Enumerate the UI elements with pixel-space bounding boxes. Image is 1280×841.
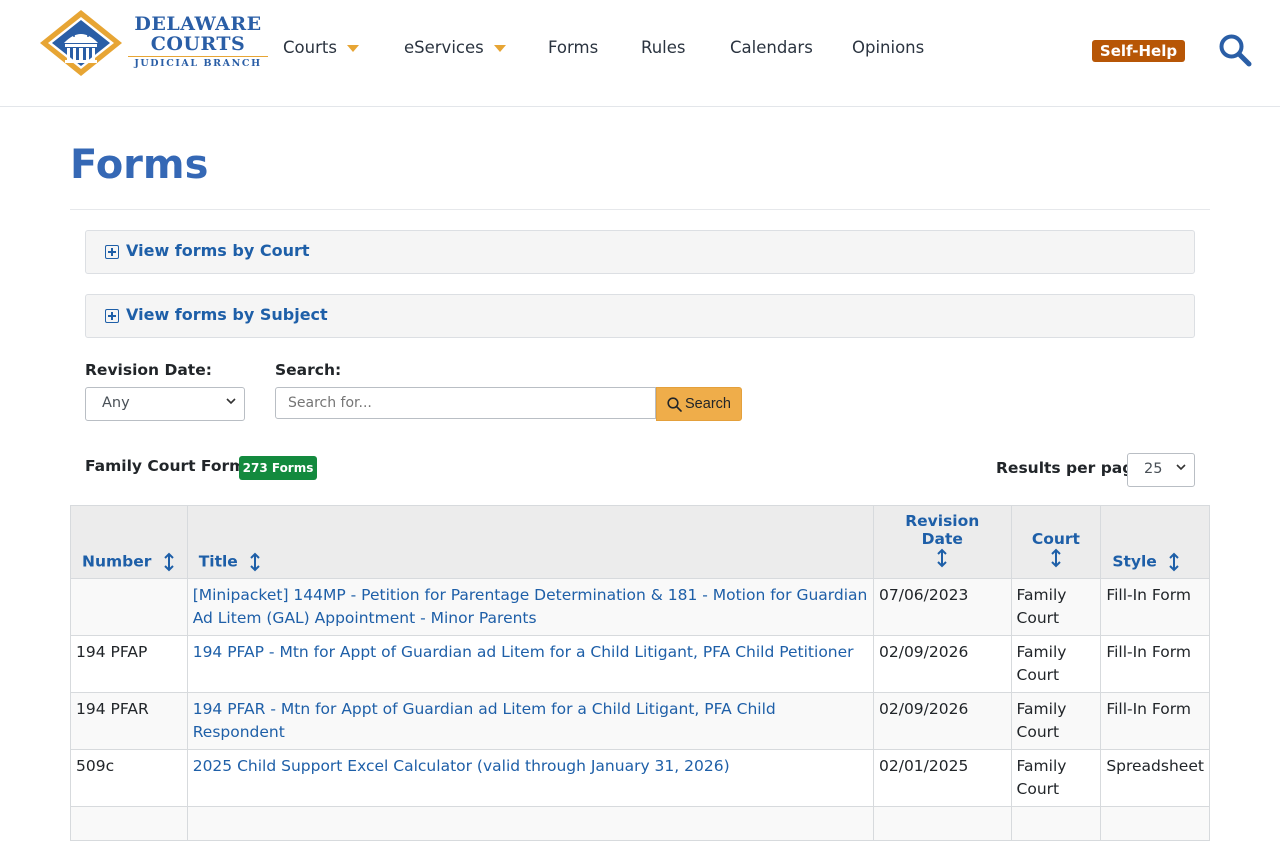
form-title-link[interactable]: 194 PFAR - Mtn for Appt of Guardian ad L… — [186, 692, 875, 750]
column-header-title[interactable]: Title — [186, 505, 875, 579]
search-icon[interactable] — [1218, 33, 1252, 67]
plus-square-icon — [105, 245, 119, 259]
cell-number: 194 PFAP — [70, 635, 188, 693]
accordion-by-court[interactable]: View forms by Court — [85, 230, 1195, 274]
search-label: Search: — [275, 361, 342, 379]
nav-opinions[interactable]: Opinions — [852, 38, 924, 57]
cell-style: Spreadsheet — [1100, 749, 1210, 807]
forms-table: Number Title Revision Date Court Style [… — [70, 505, 1210, 841]
column-header-style-label: Style — [1112, 552, 1157, 571]
nav-opinions-label: Opinions — [852, 38, 925, 57]
revision-date-label: Revision Date: — [85, 361, 212, 379]
table-row — [70, 806, 1210, 841]
nav-rules[interactable]: Rules — [641, 38, 686, 57]
logo-line-3: JUDICIAL BRANCH — [128, 56, 268, 70]
cell-number: 509c — [70, 749, 188, 807]
nav-forms[interactable]: Forms — [548, 38, 598, 57]
nav-eservices-label: eServices — [404, 38, 484, 57]
site-logo[interactable]: DELAWARE COURTS JUDICIAL BRANCH — [40, 10, 268, 76]
self-help-button[interactable]: Self-Help — [1092, 40, 1185, 62]
results-label: Family Court Forms — [85, 457, 255, 475]
column-header-court-label: Court — [1031, 530, 1080, 548]
column-header-style[interactable]: Style — [1100, 505, 1210, 579]
cell-revision-date — [873, 806, 1012, 841]
logo-wordmark: DELAWARE COURTS JUDICIAL BRANCH — [128, 14, 268, 70]
search-button[interactable]: Search — [656, 387, 742, 421]
cell-revision-date: 02/09/2026 — [873, 692, 1012, 750]
caret-down-icon — [346, 45, 359, 52]
cell-number — [70, 578, 188, 636]
accordion-by-court-label: View forms by Court — [126, 241, 310, 260]
revision-date-value: Any — [102, 395, 130, 411]
results-per-page-label: Results per page — [996, 459, 1144, 477]
nav-eservices[interactable]: eServices — [404, 38, 506, 57]
nav-courts-label: Courts — [283, 38, 337, 57]
courthouse-seal-icon — [40, 10, 122, 76]
nav-calendars[interactable]: Calendars — [730, 38, 813, 57]
results-per-page-value: 25 — [1144, 461, 1163, 477]
cell-style — [1100, 806, 1210, 841]
search-input[interactable] — [275, 387, 656, 419]
results-per-page-select[interactable]: 25 — [1127, 453, 1195, 487]
form-title-link[interactable]: [Minipacket] 144MP - Petition for Parent… — [186, 578, 875, 636]
cell-court — [1010, 806, 1102, 841]
column-header-court[interactable]: Court — [1010, 505, 1102, 579]
accordion-by-subject-label: View forms by Subject — [126, 305, 328, 324]
sort-arrows-icon — [937, 548, 947, 568]
page-title: Forms — [70, 142, 209, 188]
cell-court: Family Court — [1010, 578, 1102, 636]
column-header-revision-date[interactable]: Revision Date — [873, 505, 1012, 579]
cell-style: Fill-In Form — [1100, 635, 1210, 693]
cell-court: Family Court — [1010, 692, 1102, 750]
cell-revision-date: 07/06/2023 — [873, 578, 1012, 636]
cell-revision-date: 02/01/2025 — [873, 749, 1012, 807]
form-title-link[interactable]: 2025 Child Support Excel Calculator (val… — [186, 749, 875, 807]
column-header-number[interactable]: Number — [70, 505, 188, 579]
nav-calendars-label: Calendars — [730, 38, 813, 57]
logo-line-2: COURTS — [150, 33, 246, 55]
sort-arrows-icon — [164, 552, 174, 572]
cell-style: Fill-In Form — [1100, 692, 1210, 750]
table-row: [Minipacket] 144MP - Petition for Parent… — [70, 578, 1210, 636]
column-header-number-label: Number — [82, 552, 152, 571]
nav-rules-label: Rules — [641, 38, 686, 57]
nav-courts[interactable]: Courts — [283, 38, 359, 57]
table-row: 509c 2025 Child Support Excel Calculator… — [70, 749, 1210, 807]
search-button-label: Search — [685, 396, 731, 412]
chevron-down-icon — [226, 398, 236, 405]
sort-arrows-icon — [1051, 548, 1061, 568]
revision-date-select[interactable]: Any — [85, 387, 245, 421]
cell-court: Family Court — [1010, 749, 1102, 807]
cell-court: Family Court — [1010, 635, 1102, 693]
search-icon — [667, 396, 682, 412]
cell-number — [70, 806, 188, 841]
cell-revision-date: 02/09/2026 — [873, 635, 1012, 693]
cell-style: Fill-In Form — [1100, 578, 1210, 636]
column-header-title-label: Title — [198, 552, 238, 571]
title-divider — [70, 209, 1210, 210]
logo-line-1: DELAWARE — [134, 13, 262, 35]
column-header-revision-date-label: Revision Date — [905, 512, 980, 548]
plus-square-icon — [105, 309, 119, 323]
chevron-down-icon — [1176, 464, 1186, 471]
cell-number: 194 PFAR — [70, 692, 188, 750]
caret-down-icon — [493, 45, 506, 52]
form-title-link[interactable]: 194 PFAP - Mtn for Appt of Guardian ad L… — [186, 635, 875, 693]
results-count-badge: 273 Forms — [239, 456, 317, 480]
table-row: 194 PFAP 194 PFAP - Mtn for Appt of Guar… — [70, 635, 1210, 693]
table-row: 194 PFAR 194 PFAR - Mtn for Appt of Guar… — [70, 692, 1210, 750]
nav-forms-label: Forms — [548, 38, 599, 57]
sort-arrows-icon — [250, 552, 260, 572]
accordion-by-subject[interactable]: View forms by Subject — [85, 294, 1195, 338]
site-header: DELAWARE COURTS JUDICIAL BRANCH Courts e… — [0, 0, 1280, 107]
form-title-link[interactable] — [186, 806, 875, 841]
sort-arrows-icon — [1169, 552, 1179, 572]
